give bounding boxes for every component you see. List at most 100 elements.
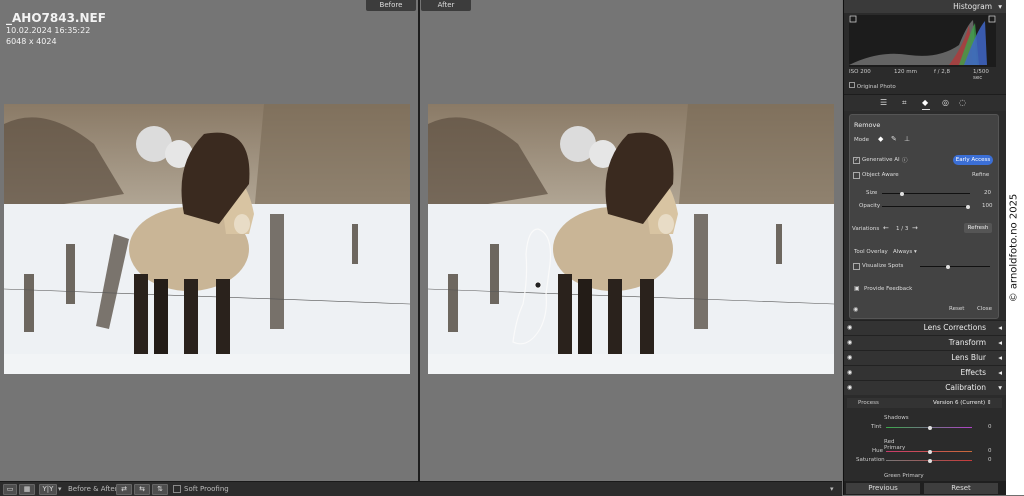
soft-proofing-checkbox[interactable] [173, 485, 181, 493]
lens-corrections-title: Lens Corrections [923, 323, 986, 332]
horse-photo-after [428, 104, 834, 374]
transform-title: Transform [948, 338, 986, 347]
shadows-heading: Shadows [884, 415, 909, 421]
clone-icon[interactable]: ⊥ [904, 135, 910, 143]
transform-eye-icon[interactable]: ◉ [847, 336, 852, 350]
histogram[interactable] [849, 15, 996, 67]
red-saturation-knob[interactable] [928, 458, 932, 463]
iso-value: ISO 200 [849, 69, 871, 75]
tint-slider[interactable] [886, 425, 972, 430]
section-lens-blur[interactable]: ◉ Lens Blur ◂ [844, 350, 1006, 365]
tool-overlay-dropdown[interactable]: Always ▾ [893, 249, 917, 255]
section-transform[interactable]: ◉ Transform ◂ [844, 335, 1006, 350]
section-lens-corrections[interactable]: ◉ Lens Corrections ◂ [844, 320, 1006, 335]
info-icon[interactable]: ⓘ [902, 156, 908, 164]
red-hue-value[interactable]: 0 [988, 448, 992, 454]
copy-before-after-icon[interactable]: ⇄ [116, 484, 132, 495]
red-saturation-value[interactable]: 0 [988, 457, 992, 463]
edit-sliders-icon[interactable]: ☰ [880, 98, 887, 107]
red-primary-heading: Red Primary [884, 439, 906, 451]
bottom-toolbar: ▭ ▦ Y|Y ▾ Before & After : ⇄ ⇆ ⇅ Soft Pr… [0, 481, 842, 496]
copy-after-before-icon[interactable]: ⇆ [134, 484, 150, 495]
loupe-view-icon[interactable]: ▭ [3, 484, 17, 495]
original-photo-row[interactable]: Original Photo [849, 82, 896, 90]
calibration-title: Calibration [945, 383, 986, 392]
lens-blur-toggle-icon[interactable]: ◂ [998, 351, 1002, 365]
visualize-spots-label: Visualize Spots [862, 263, 904, 269]
after-photo[interactable] [428, 104, 834, 374]
lens-corrections-eye-icon[interactable]: ◉ [847, 321, 852, 335]
visualize-spots-knob[interactable] [946, 264, 950, 269]
before-photo[interactable] [4, 104, 410, 374]
histogram-graph [849, 15, 996, 65]
remove-close-button[interactable]: Close [977, 306, 992, 312]
section-calibration[interactable]: ◉ Calibration ▾ [844, 380, 1006, 395]
opacity-slider[interactable] [882, 204, 970, 209]
process-dropdown[interactable]: Version 6 (Current) ⇕ [933, 400, 992, 406]
refine-button[interactable]: Refine [972, 172, 989, 178]
file-dimensions: 6048 x 4024 [6, 37, 57, 46]
feedback-icon[interactable]: ▣ [854, 285, 860, 292]
crop-icon[interactable]: ⌗ [902, 98, 907, 108]
previous-button[interactable]: Previous [846, 483, 920, 494]
toolbar-menu-icon[interactable]: ▾ [830, 485, 834, 493]
histogram-header[interactable]: Histogram ▾ [844, 0, 1006, 13]
content-aware-remove-icon[interactable]: ◆ [878, 135, 883, 143]
variations-label: Variations [852, 226, 880, 232]
tint-value[interactable]: 0 [988, 424, 992, 430]
tool-overlay-label: Tool Overlay [854, 249, 888, 255]
early-access-badge: Early Access [953, 155, 993, 165]
generative-ai-checkbox[interactable]: ✓ [853, 157, 860, 164]
watermark-text: © arnoldfoto.no 2025 [1008, 193, 1020, 303]
heal-icon[interactable]: ✎ [891, 135, 897, 143]
split-divider[interactable] [418, 0, 420, 481]
size-slider-knob[interactable] [900, 191, 904, 196]
masking-icon[interactable]: ◌ [959, 98, 966, 107]
before-label: Before [366, 0, 416, 11]
size-slider[interactable] [882, 191, 970, 196]
object-aware-checkbox[interactable] [853, 172, 860, 179]
opacity-slider-knob[interactable] [966, 204, 970, 209]
histogram-toggle-icon[interactable]: ▾ [998, 0, 1002, 13]
remove-eraser-icon[interactable]: ◆ [922, 98, 928, 107]
visualize-spots-slider[interactable] [920, 264, 990, 269]
red-saturation-slider[interactable] [886, 458, 972, 463]
process-value: Version 6 (Current) [933, 400, 986, 406]
effects-title: Effects [960, 368, 987, 377]
calibration-eye-icon[interactable]: ◉ [847, 381, 852, 395]
tool-overlay-value: Always [893, 249, 913, 255]
compare-mode-dropdown[interactable]: ▾ [58, 485, 62, 493]
red-hue-knob[interactable] [928, 449, 932, 454]
lens-corrections-toggle-icon[interactable]: ◂ [998, 321, 1002, 335]
lens-blur-eye-icon[interactable]: ◉ [847, 351, 852, 365]
section-effects[interactable]: ◉ Effects ◂ [844, 365, 1006, 380]
redeye-icon[interactable]: ◎ [942, 98, 949, 107]
opacity-value[interactable]: 100 [982, 203, 993, 209]
effects-eye-icon[interactable]: ◉ [847, 366, 852, 380]
provide-feedback-link[interactable]: Provide Feedback [864, 286, 912, 292]
tint-label: Tint [871, 424, 882, 430]
visualize-spots-checkbox[interactable] [853, 263, 860, 270]
compare-view-button[interactable]: Y|Y [39, 484, 57, 495]
opacity-label: Opacity [859, 203, 881, 209]
effects-toggle-icon[interactable]: ◂ [998, 366, 1002, 380]
aperture-value: f / 2,8 [934, 69, 951, 75]
refresh-button[interactable]: Refresh [964, 223, 992, 233]
horse-photo-before [4, 104, 410, 374]
after-label: After [421, 0, 471, 11]
visibility-eye-icon[interactable]: ◉ [853, 306, 858, 313]
original-photo-checkbox[interactable] [849, 82, 855, 88]
swap-icon[interactable]: ⇅ [152, 484, 168, 495]
red-hue-slider[interactable] [886, 449, 972, 454]
size-value[interactable]: 20 [984, 190, 991, 196]
next-variation-icon[interactable]: → [912, 224, 918, 232]
reset-button[interactable]: Reset [924, 483, 998, 494]
remove-reset-button[interactable]: Reset [949, 306, 964, 312]
calibration-toggle-icon[interactable]: ▾ [998, 381, 1002, 395]
prev-variation-icon[interactable]: ← [883, 224, 889, 232]
tint-slider-knob[interactable] [928, 425, 932, 430]
remove-title: Remove [854, 121, 881, 129]
original-photo-label: Original Photo [856, 84, 896, 90]
transform-toggle-icon[interactable]: ◂ [998, 336, 1002, 350]
grid-view-icon[interactable]: ▦ [19, 484, 35, 495]
